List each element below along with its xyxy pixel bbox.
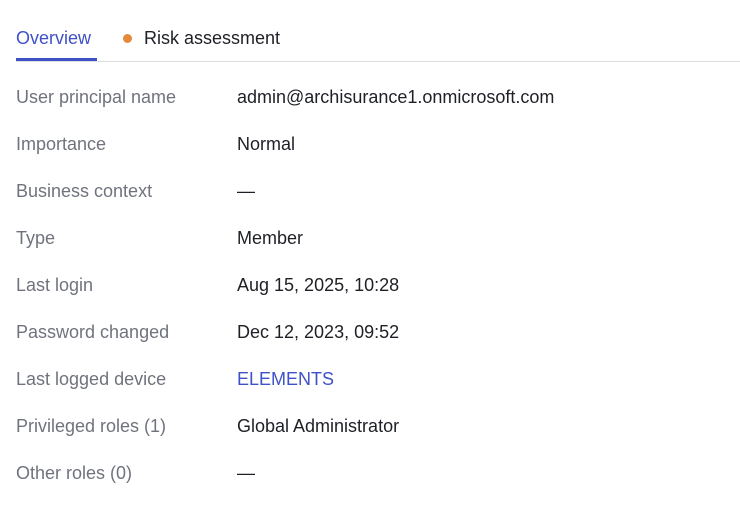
detail-row-user-principal-name: User principal name admin@archisurance1.… bbox=[16, 73, 716, 120]
importance-label: Importance bbox=[16, 133, 107, 154]
detail-row-privileged-roles: Privileged roles (1) Global Administrato… bbox=[16, 402, 716, 449]
business-context-value: — bbox=[237, 180, 255, 201]
details-list: User principal name admin@archisurance1.… bbox=[16, 73, 716, 496]
last-logged-device-label: Last logged device bbox=[16, 368, 167, 389]
importance-value: Normal bbox=[237, 133, 296, 154]
business-context-label: Business context bbox=[16, 180, 153, 201]
detail-row-last-login: Last login Aug 15, 2025, 10:28 bbox=[16, 261, 716, 308]
other-roles-label: Other roles (0) bbox=[16, 462, 133, 483]
privileged-roles-label: Privileged roles (1) bbox=[16, 415, 167, 436]
type-label: Type bbox=[16, 227, 56, 248]
risk-status-dot-icon bbox=[123, 33, 132, 43]
detail-row-password-changed: Password changed Dec 12, 2023, 09:52 bbox=[16, 308, 716, 355]
detail-row-other-roles: Other roles (0) — bbox=[16, 449, 716, 496]
type-value: Member bbox=[237, 227, 304, 248]
detail-row-type: Type Member bbox=[16, 214, 716, 261]
tab-overview-label: Overview bbox=[16, 28, 92, 48]
active-tab-indicator bbox=[16, 58, 97, 61]
privileged-roles-value: Global Administrator bbox=[237, 415, 400, 436]
tab-risk-assessment[interactable]: Risk assessment bbox=[123, 26, 280, 50]
detail-row-last-logged-device: Last logged device ELEMENTS bbox=[16, 355, 716, 402]
detail-row-importance: Importance Normal bbox=[16, 120, 716, 167]
tab-overview[interactable]: Overview bbox=[16, 26, 91, 50]
other-roles-value: — bbox=[237, 462, 255, 483]
last-login-label: Last login bbox=[16, 274, 94, 295]
last-login-value: Aug 15, 2025, 10:28 bbox=[237, 274, 400, 295]
user-details-panel: Overview Risk assessment User principal … bbox=[0, 0, 740, 512]
password-changed-value: Dec 12, 2023, 09:52 bbox=[237, 321, 400, 342]
detail-row-business-context: Business context — bbox=[16, 167, 716, 214]
user-principal-name-value: admin@archisurance1.onmicrosoft.com bbox=[237, 86, 555, 107]
tab-bar: Overview Risk assessment bbox=[16, 0, 740, 62]
last-logged-device-link[interactable]: ELEMENTS bbox=[237, 367, 334, 391]
password-changed-label: Password changed bbox=[16, 321, 170, 342]
user-principal-name-label: User principal name bbox=[16, 86, 177, 107]
tab-risk-assessment-label: Risk assessment bbox=[144, 28, 281, 48]
